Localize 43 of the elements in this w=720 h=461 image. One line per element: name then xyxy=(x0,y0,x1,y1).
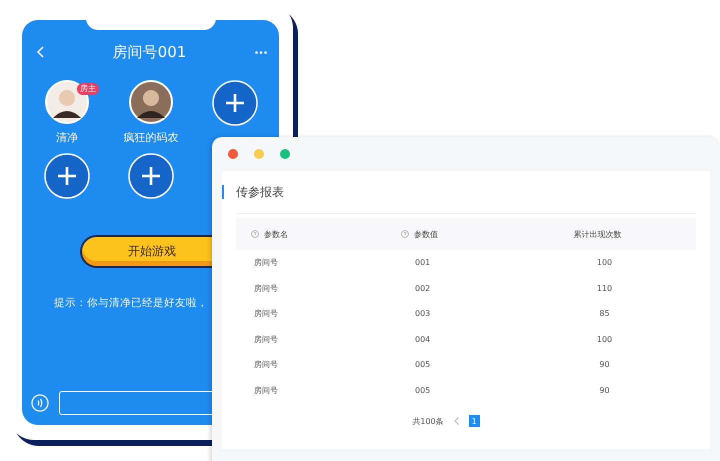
back-icon[interactable] xyxy=(36,46,44,58)
help-icon[interactable] xyxy=(401,230,409,238)
column-header: 参数值 xyxy=(414,228,438,240)
message-field[interactable] xyxy=(59,391,212,415)
add-icon[interactable] xyxy=(212,80,258,126)
table-cell: 房间号 xyxy=(254,384,278,396)
table-cell: 100 xyxy=(596,258,612,268)
maximize-icon[interactable] xyxy=(280,149,290,159)
table-cell: 001 xyxy=(415,258,430,268)
more-icon[interactable] xyxy=(254,50,267,54)
table-cell: 房间号 xyxy=(254,308,278,320)
table-cell: 005 xyxy=(415,386,430,395)
table-cell: 003 xyxy=(415,309,430,318)
table-cell: 房间号 xyxy=(254,334,278,345)
avatar[interactable] xyxy=(45,80,89,124)
table-cell: 004 xyxy=(415,334,430,344)
table-cell: 房间号 xyxy=(254,359,278,370)
hint-text: 提示：你与清净已经是好友啦， xyxy=(54,296,209,310)
table-cell: 房间号 xyxy=(254,282,278,294)
owner-badge: 房主 xyxy=(77,83,99,95)
table-cell: 90 xyxy=(599,386,610,395)
table-cell: 85 xyxy=(599,309,610,318)
close-icon[interactable] xyxy=(228,149,238,159)
help-icon[interactable] xyxy=(251,230,259,238)
report-title: 传参报表 xyxy=(222,185,696,199)
total-count: 共100条 xyxy=(412,416,444,426)
voice-icon[interactable] xyxy=(31,394,49,412)
player-name: 清净 xyxy=(56,130,78,145)
player-name: 疯狂的码农 xyxy=(124,130,178,145)
table-cell: 002 xyxy=(415,284,430,293)
table-cell: 110 xyxy=(596,284,612,293)
add-icon[interactable] xyxy=(128,153,174,199)
avatar[interactable] xyxy=(129,80,173,124)
table-cell: 房间号 xyxy=(254,257,278,268)
column-header: 参数名 xyxy=(264,228,288,240)
column-header: 累计出现次数 xyxy=(574,228,622,240)
start-game-button[interactable]: 开始游戏 xyxy=(80,235,212,268)
add-icon[interactable] xyxy=(44,153,90,199)
table-cell: 100 xyxy=(596,334,612,344)
prev-page-icon[interactable] xyxy=(454,417,459,425)
room-title: 房间号001 xyxy=(112,42,186,62)
table-cell: 90 xyxy=(599,360,610,370)
table-cell: 005 xyxy=(415,360,430,370)
